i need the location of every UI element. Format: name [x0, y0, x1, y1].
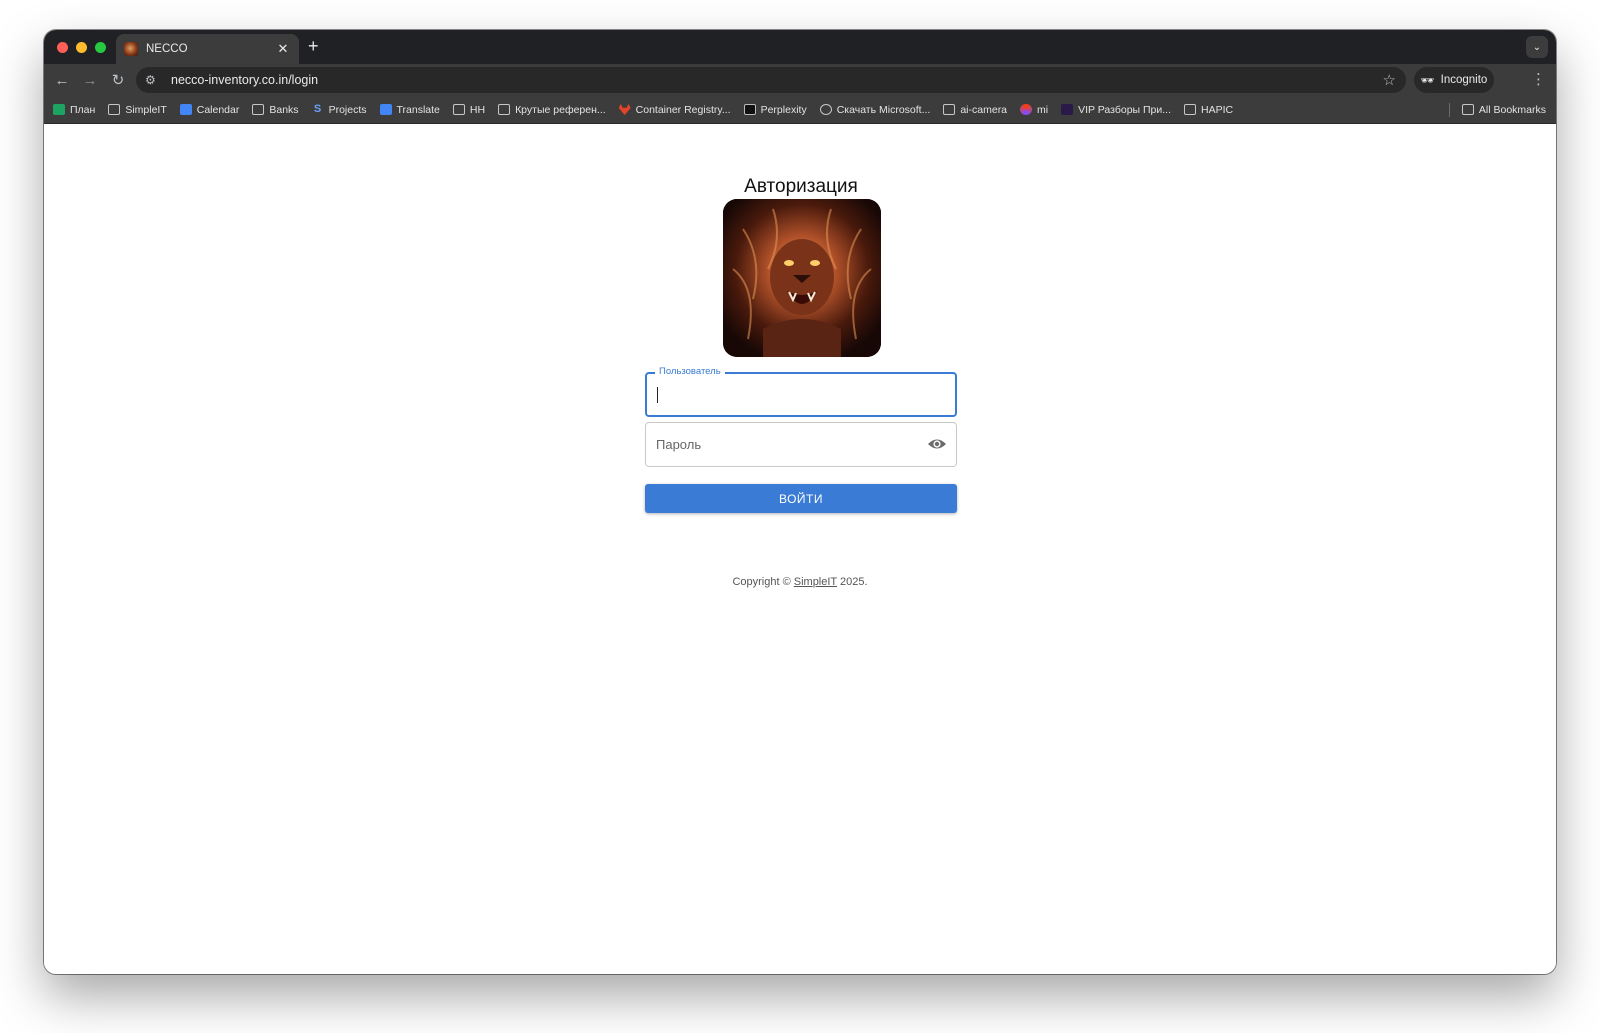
- browser-toolbar: ← → ↻ ⚙ necco-inventory.co.in/login ☆ 🕶 …: [44, 64, 1556, 96]
- calendar-icon: [179, 104, 192, 115]
- bookmark-item[interactable]: VIP Разборы При...: [1061, 104, 1171, 116]
- new-tab-button[interactable]: +: [308, 36, 319, 57]
- username-input[interactable]: [657, 374, 917, 415]
- bookmark-item[interactable]: ai-camera: [943, 104, 1007, 116]
- username-field[interactable]: Пользователь: [645, 366, 957, 417]
- tab-strip: NECCO ✕ + ⌄: [44, 30, 1556, 64]
- browser-menu-icon[interactable]: ⋮: [1531, 70, 1546, 88]
- bookmark-item[interactable]: Крутые референ...: [498, 104, 606, 116]
- folder-icon: [1461, 104, 1474, 115]
- perplexity-icon: [743, 104, 756, 115]
- bookmark-label: mi: [1037, 103, 1049, 116]
- gitlab-icon: [618, 104, 631, 115]
- bookmark-item[interactable]: Скачать Microsoft...: [819, 103, 931, 116]
- copyright-prefix: Copyright ©: [732, 576, 794, 588]
- bookmark-item[interactable]: План: [53, 104, 95, 116]
- bookmark-label: Calendar: [196, 103, 240, 116]
- bookmark-item[interactable]: Translate: [379, 103, 440, 116]
- bookmark-label: VIP Разборы При...: [1078, 103, 1172, 116]
- minimize-window-button[interactable]: [76, 41, 87, 53]
- folder-icon: [252, 104, 265, 115]
- bookmark-label: План: [70, 103, 96, 116]
- browser-window: NECCO ✕ + ⌄ ← → ↻ ⚙ necco-inventory.co.i…: [44, 30, 1556, 974]
- bookmark-label: Banks: [269, 103, 299, 116]
- eye-icon[interactable]: [927, 436, 947, 452]
- bookmark-item[interactable]: SimpleIT: [108, 103, 167, 116]
- lion-favicon-icon: [124, 42, 138, 56]
- translate-icon: [379, 104, 392, 115]
- tab-title: NECCO: [146, 43, 188, 55]
- projects-icon: S: [313, 103, 322, 115]
- bookmark-item[interactable]: Calendar: [179, 103, 240, 116]
- page-title: Авторизация: [744, 176, 858, 197]
- site-settings-icon[interactable]: ⚙: [145, 73, 161, 87]
- vip-icon: [1061, 104, 1074, 115]
- page-content: Авторизация Пользователь ВОЙТИ Copyright…: [44, 124, 1556, 974]
- copyright-footer: Copyright © SimpleIT 2025.: [44, 576, 1556, 588]
- tab-search-button[interactable]: ⌄: [1526, 36, 1548, 58]
- maximize-window-button[interactable]: [95, 41, 106, 53]
- all-bookmarks-label: All Bookmarks: [1478, 103, 1546, 116]
- bookmark-item[interactable]: mi: [1020, 104, 1048, 116]
- folder-icon: [498, 104, 511, 115]
- bookmark-label: ai-camera: [960, 103, 1008, 116]
- close-window-button[interactable]: [57, 41, 68, 53]
- folder-icon: [452, 104, 465, 115]
- incognito-label: Incognito: [1440, 74, 1488, 86]
- folder-icon: [108, 104, 121, 115]
- url-text[interactable]: necco-inventory.co.in/login: [171, 73, 1383, 87]
- bookmark-item[interactable]: Perplexity: [743, 103, 807, 116]
- bookmark-item[interactable]: Banks: [252, 103, 299, 116]
- sheets-icon: [53, 104, 65, 115]
- bookmark-label: Translate: [396, 103, 440, 116]
- bookmark-label: Projects: [328, 103, 367, 116]
- simpleit-link[interactable]: SimpleIT: [794, 576, 837, 588]
- window-controls: [57, 41, 106, 53]
- forward-arrow-icon[interactable]: →: [76, 72, 104, 89]
- bookmark-label: Container Registry...: [635, 103, 731, 116]
- bookmark-label: SimpleIT: [125, 103, 167, 116]
- lion-illustration: [723, 199, 881, 357]
- folder-icon: [943, 104, 956, 115]
- bookmark-label: Perplexity: [760, 103, 807, 116]
- incognito-badge[interactable]: 🕶 Incognito: [1414, 67, 1494, 93]
- incognito-icon: 🕶: [1420, 74, 1435, 87]
- bookmarks-bar: План SimpleIT Calendar Banks S Projects T…: [44, 96, 1556, 124]
- bookmark-item[interactable]: HAPIC: [1184, 104, 1233, 116]
- lion-logo-image: [723, 199, 881, 357]
- bookmark-label: Крутые референ...: [515, 103, 606, 116]
- password-field[interactable]: [645, 422, 957, 467]
- close-tab-icon[interactable]: ✕: [275, 41, 291, 57]
- reload-icon[interactable]: ↻: [104, 71, 132, 89]
- login-button[interactable]: ВОЙТИ: [645, 484, 957, 513]
- globe-icon: [819, 104, 832, 115]
- bookmark-label: Скачать Microsoft...: [836, 103, 931, 116]
- bookmarks-divider: [1448, 102, 1450, 117]
- bookmark-label: HH: [469, 103, 486, 116]
- bookmark-item[interactable]: S Projects: [312, 104, 367, 116]
- all-bookmarks-button[interactable]: All Bookmarks: [1461, 103, 1546, 116]
- bookmark-star-icon[interactable]: ☆: [1383, 71, 1396, 89]
- bookmark-label: HAPIC: [1201, 103, 1234, 116]
- folder-icon: [1184, 104, 1197, 115]
- mi-icon: [1020, 104, 1033, 115]
- active-tab[interactable]: NECCO ✕: [116, 34, 299, 64]
- password-input[interactable]: [656, 423, 916, 466]
- bookmark-item[interactable]: Container Registry...: [618, 103, 731, 116]
- copyright-suffix: 2025.: [836, 576, 868, 588]
- address-bar[interactable]: ⚙ necco-inventory.co.in/login ☆: [136, 67, 1406, 93]
- back-arrow-icon[interactable]: ←: [48, 72, 76, 89]
- bookmark-item[interactable]: HH: [452, 103, 486, 116]
